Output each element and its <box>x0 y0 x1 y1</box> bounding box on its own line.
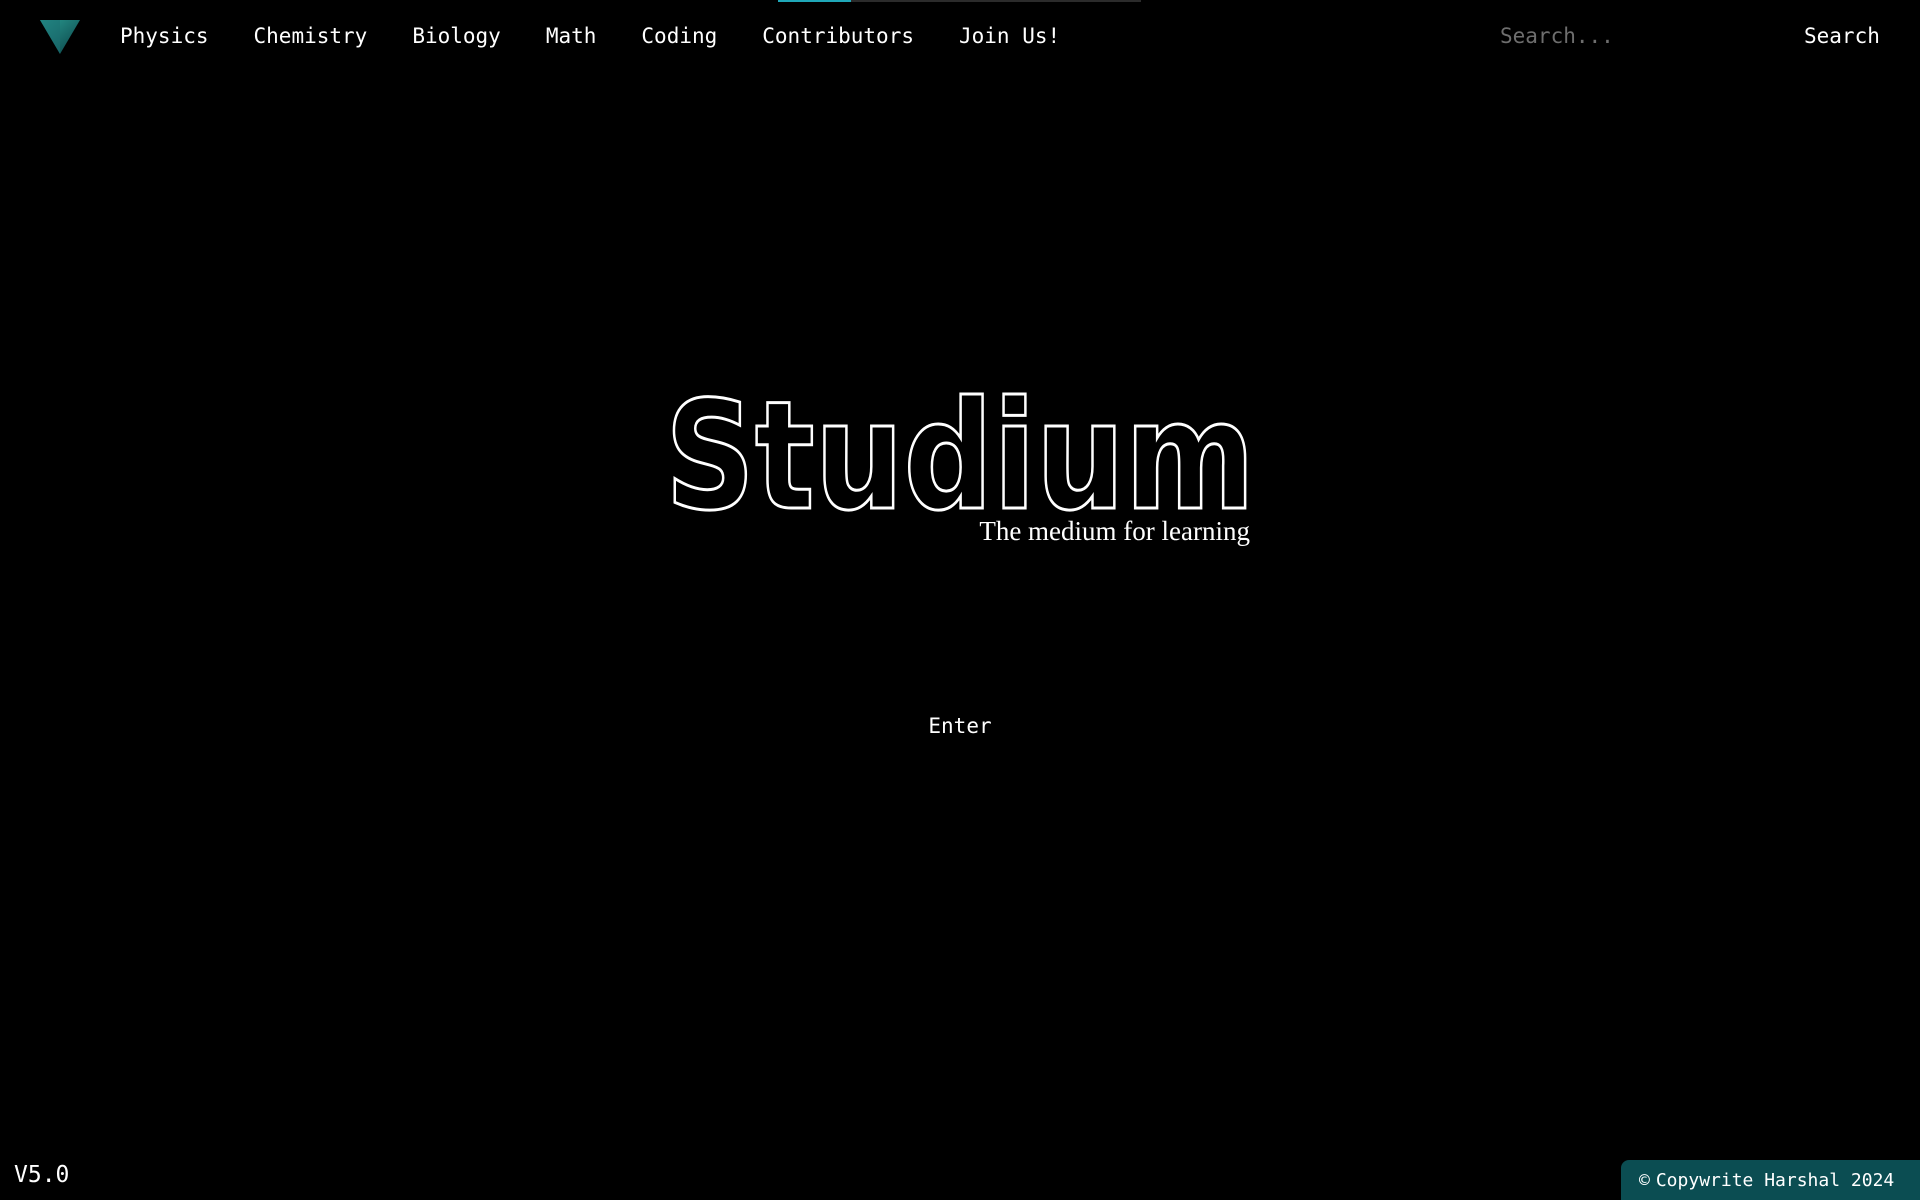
search-input[interactable] <box>1500 18 1760 54</box>
copyright-text: Copywrite Harshal 2024 <box>1655 1169 1895 1191</box>
hero-subtitle: The medium for learning <box>979 516 1250 546</box>
nav-link-math[interactable]: Math <box>546 20 597 52</box>
navbar: Physics Chemistry Biology Math Coding Co… <box>0 0 1920 72</box>
copyright-icon: © <box>1639 1169 1650 1191</box>
copyright-badge: © Copywrite Harshal 2024 <box>1621 1160 1920 1200</box>
hero-title: Studium <box>664 370 1257 530</box>
triangle-logo-icon[interactable] <box>40 18 80 56</box>
version-label: V5.0 <box>14 1162 70 1188</box>
nav-link-coding[interactable]: Coding <box>641 20 717 52</box>
nav-link-physics[interactable]: Physics <box>120 20 209 52</box>
nav-link-join-us[interactable]: Join Us! <box>959 20 1060 52</box>
enter-button[interactable]: Enter <box>910 708 1010 744</box>
nav-link-biology[interactable]: Biology <box>412 20 501 52</box>
search-button[interactable]: Search <box>1798 18 1886 54</box>
nav-link-contributors[interactable]: Contributors <box>762 20 914 52</box>
nav-links: Physics Chemistry Biology Math Coding Co… <box>120 20 1105 52</box>
hero-title-text: Studium <box>665 370 1255 530</box>
nav-link-chemistry[interactable]: Chemistry <box>254 20 368 52</box>
